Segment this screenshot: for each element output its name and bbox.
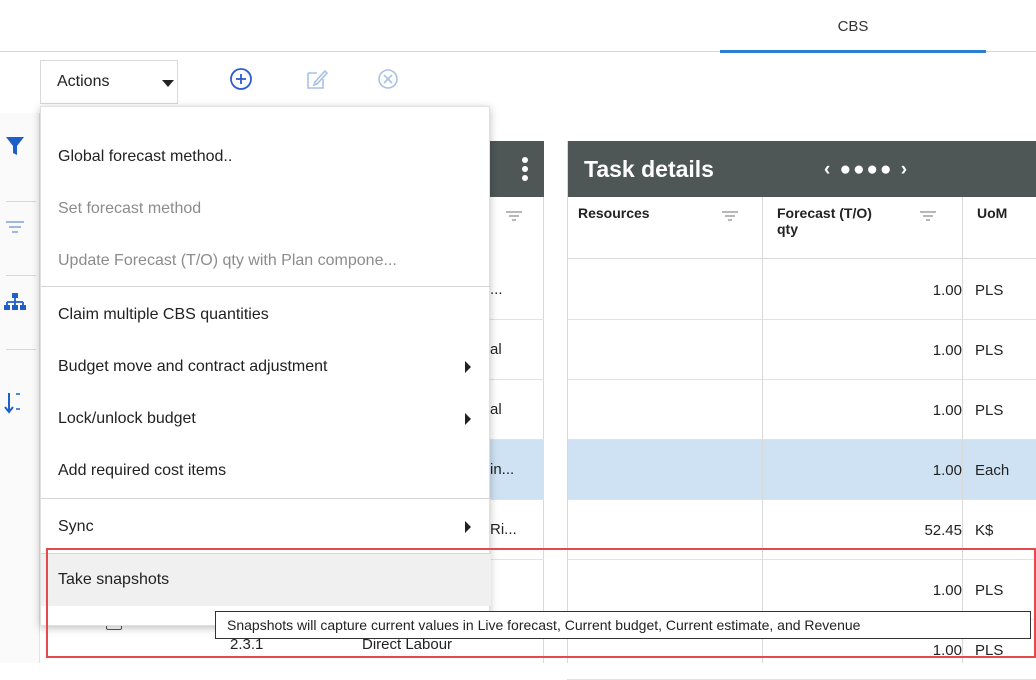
left-divider	[6, 349, 36, 350]
snapshot-tooltip: Snapshots will capture current values in…	[215, 611, 1031, 639]
sort-az-icon[interactable]	[2, 389, 32, 419]
grid-cell[interactable]: ...	[482, 260, 544, 320]
column-filter-icon[interactable]	[920, 211, 936, 221]
submenu-arrow-icon	[465, 361, 471, 373]
menu-item-label: Global forecast method..	[58, 148, 233, 165]
menu-item-budget-move[interactable]: Budget move and contract adjustment	[41, 341, 491, 393]
add-circle-icon[interactable]	[228, 66, 254, 92]
forecast-qty-cell: 1.00	[932, 461, 962, 479]
filter-lines-icon[interactable]	[2, 213, 32, 243]
hierarchy-icon[interactable]	[2, 289, 32, 319]
actions-label: Actions	[57, 73, 110, 90]
uom-cell: PLS	[975, 281, 1004, 299]
cancel-circle-icon[interactable]	[375, 66, 401, 92]
left-divider	[6, 201, 36, 202]
column-filter-icon[interactable]	[722, 211, 738, 221]
table-row[interactable]: 1.00 PLS	[567, 380, 1036, 440]
column-divider	[962, 197, 963, 259]
uom-cell: PLS	[975, 401, 1004, 419]
menu-item-sync[interactable]: Sync	[41, 501, 491, 553]
tab-cbs[interactable]: CBS	[720, 0, 986, 53]
column-filter-icon[interactable]	[506, 211, 522, 221]
actions-dropdown-button[interactable]: Actions	[40, 60, 178, 104]
column-divider	[762, 197, 763, 259]
menu-item-label: Update Forecast (T/O) qty with Plan comp…	[58, 252, 397, 269]
menu-item-label: Sync	[58, 518, 94, 535]
grid-cell[interactable]: al	[482, 320, 544, 380]
table-row[interactable]: 1.00 PLS	[567, 260, 1036, 320]
menu-item-claim-cbs-quantities[interactable]: Claim multiple CBS quantities	[41, 289, 491, 341]
column-header-uom[interactable]: UoM	[977, 205, 1007, 221]
grid-header	[482, 141, 544, 197]
submenu-arrow-icon	[465, 521, 471, 533]
forecast-qty-cell: 1.00	[932, 341, 962, 359]
left-tool-strip	[0, 113, 40, 663]
menu-item-label: Claim multiple CBS quantities	[58, 306, 269, 323]
menu-divider	[41, 286, 491, 287]
caret-down-icon	[162, 80, 174, 87]
submenu-arrow-icon	[465, 413, 471, 425]
grid-cell[interactable]: al	[482, 380, 544, 440]
menu-item-label: Lock/unlock budget	[58, 410, 196, 427]
menu-item-lock-unlock-budget[interactable]: Lock/unlock budget	[41, 393, 491, 445]
menu-item-label: Set forecast method	[58, 200, 202, 217]
highlight-box	[46, 548, 1036, 658]
uom-cell: Each	[975, 461, 1010, 479]
task-details-title: Task details	[584, 156, 714, 182]
tab-bar: CBS	[0, 0, 1036, 53]
task-details-header: Task details ‹ ●●●● ›	[567, 141, 1036, 197]
forecast-qty-cell: 1.00	[932, 401, 962, 419]
menu-item-global-forecast-method[interactable]: Global forecast method..	[41, 131, 491, 183]
table-row-selected[interactable]: 1.00 Each	[567, 440, 1036, 500]
menu-item-update-forecast-qty: Update Forecast (T/O) qty with Plan comp…	[41, 235, 491, 287]
filter-icon[interactable]	[2, 131, 32, 161]
left-divider	[6, 275, 36, 276]
forecast-qty-cell: 1.00	[932, 281, 962, 299]
kebab-menu-icon[interactable]	[522, 157, 528, 181]
uom-cell: PLS	[975, 341, 1004, 359]
edit-icon[interactable]	[304, 66, 330, 92]
task-details-column-headers: Resources Forecast (T/O) qty UoM	[567, 197, 1036, 259]
table-row[interactable]: 1.00 PLS	[567, 320, 1036, 380]
menu-item-label: Add required cost items	[58, 462, 227, 479]
menu-item-add-required-cost-items[interactable]: Add required cost items	[41, 445, 491, 497]
panel-pager[interactable]: ‹ ●●●● ›	[824, 159, 909, 181]
column-header-resources[interactable]: Resources	[578, 205, 650, 221]
menu-item-label: Budget move and contract adjustment	[58, 358, 328, 375]
column-header-forecast-qty[interactable]: Forecast (T/O) qty	[777, 205, 887, 237]
menu-item-set-forecast-method: Set forecast method	[41, 183, 491, 235]
menu-divider	[41, 498, 491, 499]
grid-cell[interactable]: in...	[482, 440, 544, 500]
